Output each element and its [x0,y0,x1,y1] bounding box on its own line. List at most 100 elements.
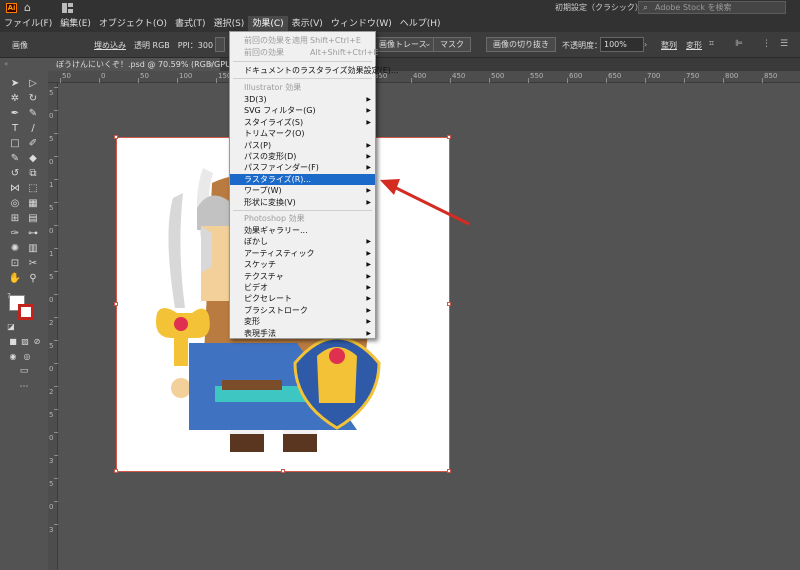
menu-item-illustrator-effect[interactable]: SVG フィルター(G) ▶ [230,105,375,116]
paintbrush-tool-icon[interactable]: ✐ [26,138,40,150]
free-transform-tool-icon[interactable]: ⬚ [26,183,40,195]
stock-search-input[interactable]: ⌕ Adobe Stock を検索 [638,1,786,14]
menu-item[interactable]: 編集(E) [56,16,95,32]
menu-item-photoshop-effect[interactable]: アーティスティック ▶ [230,248,375,259]
align-link[interactable]: 整列 [661,40,677,51]
toolbar-grip[interactable]: « [4,60,44,68]
opacity-input[interactable]: 100% [600,37,644,52]
blend-tool-icon[interactable]: ⊶ [26,228,40,240]
selection-tool-icon[interactable]: ➤ [8,78,22,90]
curvature-tool-icon[interactable]: ✎ [26,108,40,120]
distribute-icon[interactable]: ⋮ [762,39,771,49]
rotate-tool-icon[interactable]: ↺ [8,168,22,180]
edit-toolbar-icon[interactable]: ⋯ [17,381,31,393]
transform-link[interactable]: 変形 [686,40,702,51]
embedded-link[interactable]: 埋め込み [94,40,126,51]
shaper-tool-icon[interactable]: ✎ [8,153,22,165]
width-tool-icon[interactable]: ⋈ [8,183,22,195]
tools-panel: « ➤ ▷ ✲ ↻ ✒ ✎ T / □ ✐ ✎ ◆ ↺ ⧉ ⋈ ⬚ ◎ ▦ ⊞ … [0,58,48,570]
opacity-arrow-icon[interactable]: › [644,37,652,52]
screen-mode-icon[interactable]: ▭ [17,365,31,377]
column-graph-tool-icon[interactable]: ▥ [26,243,40,255]
menu-item-photoshop-effect[interactable]: ピクセレート ▶ [230,293,375,304]
embed-button-partial[interactable] [215,37,225,52]
menu-item-illustrator-effect[interactable]: 形状に変換(V) ▶ [230,197,375,208]
menu-item-illustrator-effect[interactable]: パスファインダー(F) ▶ [230,162,375,173]
menu-item-illustrator-effect[interactable]: パス(P) ▶ [230,140,375,151]
drawing-modes-icon[interactable]: ◉ [6,351,20,363]
magic-wand-tool-icon[interactable]: ✲ [8,93,22,105]
stroke-color-swatch[interactable] [18,304,34,320]
artboard-tool-icon[interactable]: ⊡ [8,258,22,270]
none-mode-icon[interactable]: ⊘ [30,336,44,348]
ruler-tick-label: 3 [49,457,54,465]
menu-item-photoshop-effect[interactable]: 表現手法 ▶ [230,328,375,339]
canvas-area[interactable] [58,83,800,570]
mesh-tool-icon[interactable]: ⊞ [8,213,22,225]
document-tab[interactable]: ぼうけんにいくぞ！.psd @ 70.59% (RGB/GPU プレビュー) × [48,58,277,71]
menu-item-illustrator-effect[interactable]: スタイライズ(S) ▶ [230,117,375,128]
document-tab-bar: ぼうけんにいくぞ！.psd @ 70.59% (RGB/GPU プレビュー) × [48,58,800,71]
ruler-tick-label: 450 [452,72,466,80]
ruler-tick-label: 100 [179,72,193,80]
home-icon[interactable]: ⌂ [24,2,38,14]
menu-item[interactable]: 選択(S) [210,16,249,32]
arrange-documents-icon[interactable] [62,3,74,13]
menu-item[interactable]: オブジェクト(O) [95,16,171,32]
menu-item-illustrator-effect[interactable]: ラスタライズ(R)... [230,173,375,185]
menu-item-photoshop-effect[interactable]: 変形 ▶ [230,316,375,327]
rectangle-tool-icon[interactable]: □ [8,138,22,150]
ruler-tick-label: 5 [49,135,54,143]
isolate-group-icon[interactable]: ⌗ [709,39,714,49]
menu-item[interactable]: ヘルプ(H) [396,16,445,32]
mask-button[interactable]: マスク [433,37,471,52]
scale-tool-icon[interactable]: ⧉ [26,168,40,180]
lasso-tool-icon[interactable]: ↻ [26,93,40,105]
align-icon[interactable]: ⊫ [735,39,743,49]
menu-item-photoshop-effect[interactable]: ビデオ ▶ [230,282,375,293]
menu-item-illustrator-effect[interactable]: パスの変形(D) ▶ [230,151,375,162]
type-tool-icon[interactable]: T [8,123,22,135]
ruler-tick-label: 0 [49,112,54,120]
eyedropper-tool-icon[interactable]: ✑ [8,228,22,240]
swap-colors-icon[interactable]: ◪ [4,321,18,333]
menu-item-illustrator-effect-label: パスの変形(D) [244,152,297,161]
menu-item-illustrator-effect-label: 3D(3) [244,95,267,104]
pen-tool-icon[interactable]: ✒ [8,108,22,120]
menu-item-photoshop-effect[interactable]: テクスチャ ▶ [230,271,375,282]
direct-selection-tool-icon[interactable]: ▷ [26,78,40,90]
panel-menu-icon[interactable]: ☰ [780,39,788,49]
line-tool-icon[interactable]: / [26,123,40,135]
submenu-arrow-icon: ▶ [366,306,371,314]
symbol-sprayer-tool-icon[interactable]: ✺ [8,243,22,255]
menu-item-raster-settings[interactable]: ドキュメントのラスタライズ効果設定(E)... [230,65,399,76]
menu-item-illustrator-effect[interactable]: トリムマーク(O) [230,128,375,139]
menu-item-photoshop-effect[interactable]: 効果ギャラリー... [230,225,375,236]
menu-item-illustrator-effect[interactable]: 3D(3) ▶ [230,94,375,105]
menu-item-photoshop-effect[interactable]: ぼかし ▶ [230,236,375,247]
menu-item[interactable]: 効果(C) [248,16,288,32]
hand-tool-icon[interactable]: ✋ [8,273,22,285]
zoom-tool-icon[interactable]: ⚲ [26,273,40,285]
menu-item-raster-settings-label: ドキュメントのラスタライズ効果設定(E)... [244,66,399,75]
crop-image-button[interactable]: 画像の切り抜き [486,37,556,52]
menu-separator [233,210,372,211]
draw-behind-icon[interactable]: ◎ [20,351,34,363]
menu-item[interactable]: 表示(V) [288,16,327,32]
gradient-tool-icon[interactable]: ▤ [26,213,40,225]
menu-item[interactable]: ファイル(F) [0,16,56,32]
perspective-grid-tool-icon[interactable]: ▦ [26,198,40,210]
trace-preset-dropdown-icon[interactable]: ⌄ [424,39,432,49]
eraser-tool-icon[interactable]: ◆ [26,153,40,165]
shape-builder-tool-icon[interactable]: ◎ [8,198,22,210]
menu-item[interactable]: ウィンドウ(W) [327,16,396,32]
menu-item-photoshop-effect-label: アーティスティック [244,248,315,258]
menu-item-illustrator-effect[interactable]: ワープ(W) ▶ [230,185,375,196]
menu-item-photoshop-effect-label: 表現手法 [244,328,276,338]
slice-tool-icon[interactable]: ✂ [26,258,40,270]
close-tab-icon[interactable]: × [207,58,214,71]
submenu-arrow-icon: ▶ [366,284,371,291]
menu-item[interactable]: 書式(T) [171,16,210,32]
menu-item-photoshop-effect[interactable]: ブラシストローク ▶ [230,305,375,316]
menu-item-photoshop-effect[interactable]: スケッチ ▶ [230,259,375,270]
